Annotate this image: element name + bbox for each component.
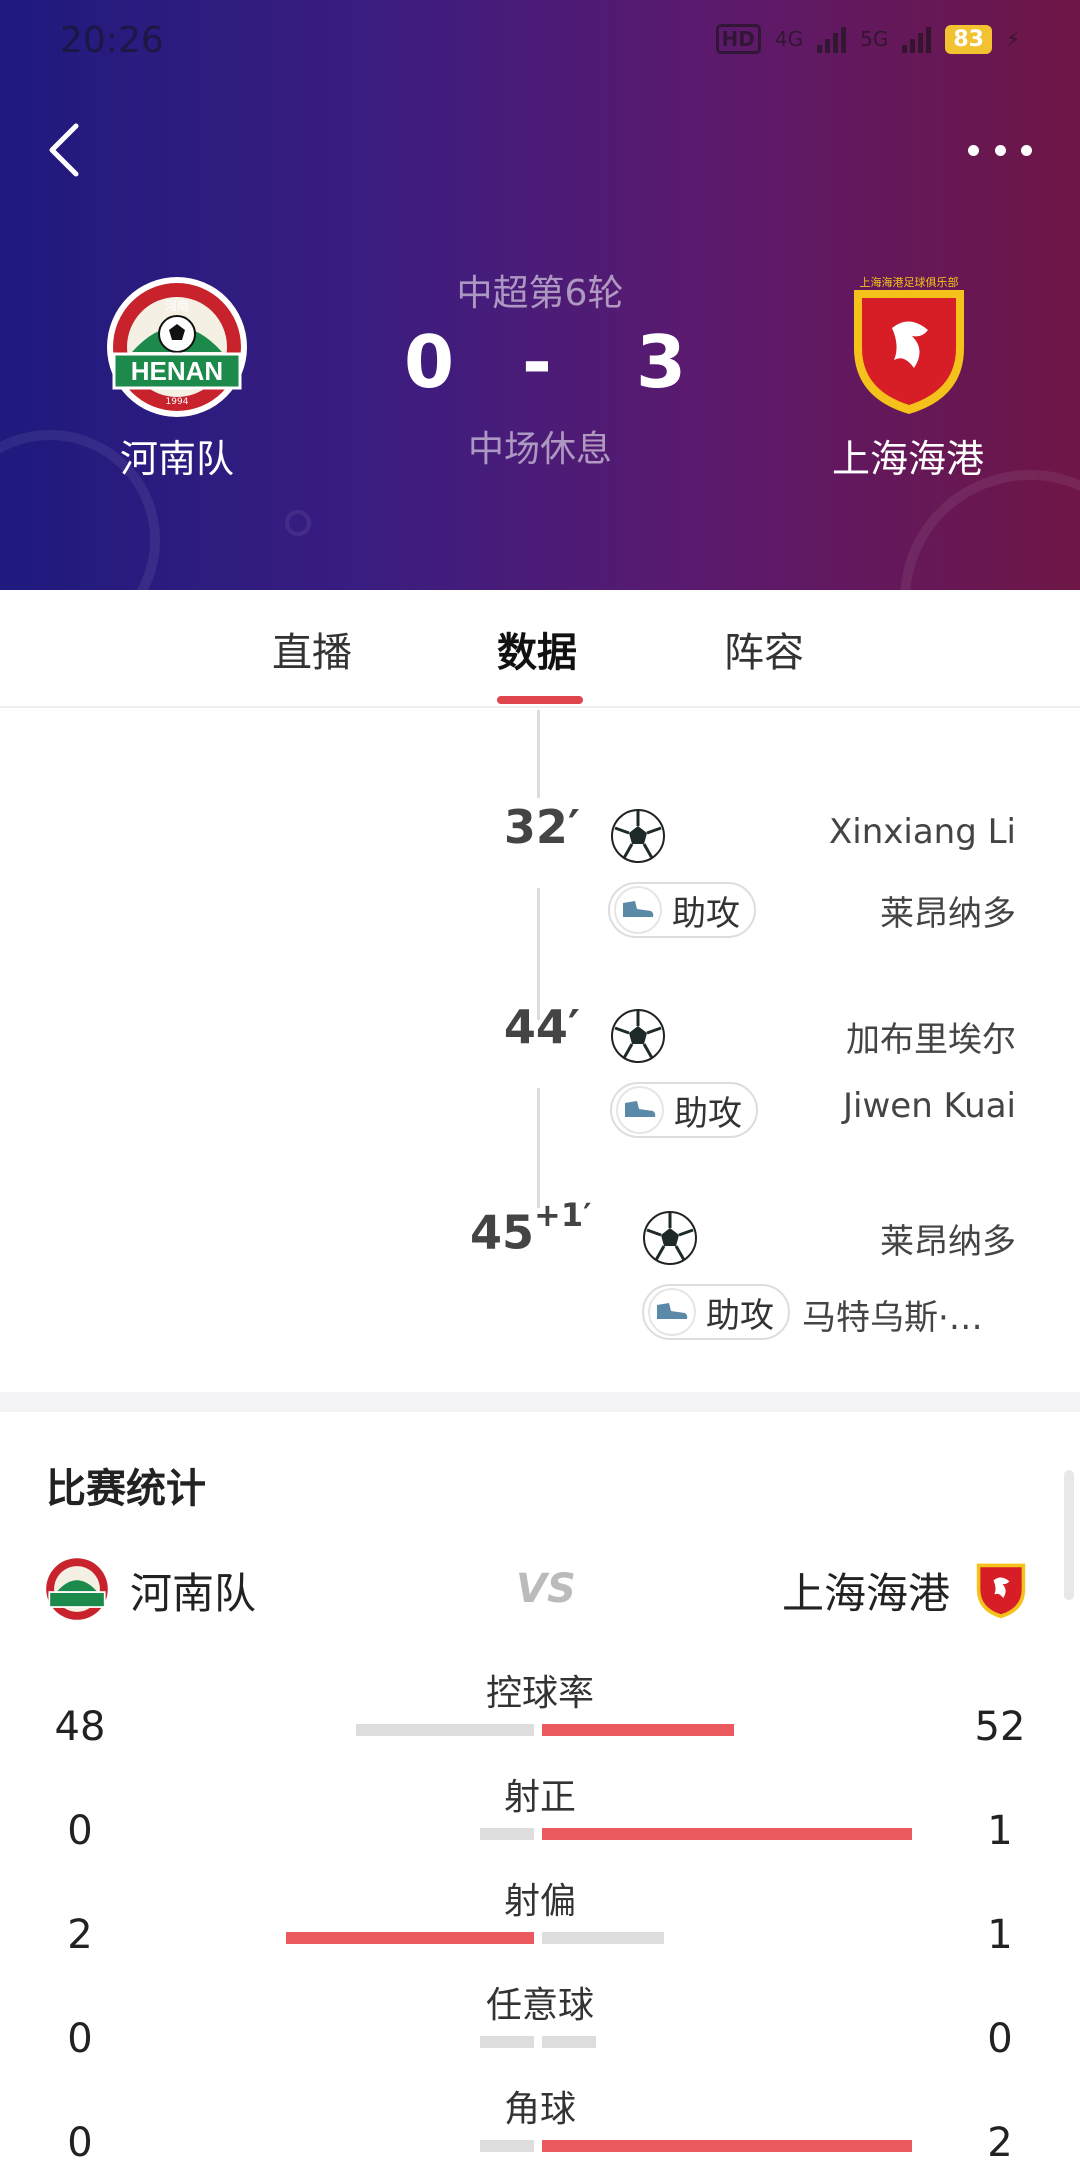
status-time: 20:26 (60, 20, 164, 61)
svg-text:上海海港足球俱乐部: 上海海港足球俱乐部 (860, 275, 959, 289)
soccer-ball-icon (643, 1211, 697, 1265)
timeline-line (537, 1088, 540, 1208)
active-tab-indicator (497, 696, 583, 704)
score-separator: - (522, 320, 552, 404)
stats-home-name: 河南队 (130, 1569, 257, 1618)
stat-label: 角球 (503, 2089, 576, 2130)
shanghai-port-logo-icon (976, 1563, 1026, 1619)
assist-badge: 助攻 (610, 1082, 758, 1138)
stat-home-bar (286, 1932, 534, 1944)
stat-away-bar (542, 1828, 912, 1840)
status-icons: HD 4G 5G 83 ⚡ (715, 24, 1020, 54)
stat-home-bar (480, 2140, 534, 2152)
section-divider (0, 1392, 1080, 1412)
stat-away-bar (542, 2036, 596, 2048)
signal-icon (817, 25, 847, 53)
back-button[interactable] (40, 120, 90, 180)
assist-label: 助攻 (674, 1093, 742, 1134)
henan-logo-icon (46, 1558, 108, 1620)
stat-home-value: 0 (67, 1808, 93, 1854)
soccer-ball-icon (611, 1009, 665, 1063)
signal-4g-label: 4G (774, 27, 804, 51)
stat-label: 任意球 (485, 1985, 594, 2026)
stat-home-bar (356, 1724, 534, 1736)
scorer-name[interactable]: Xinxiang Li (829, 812, 1016, 852)
stat-home-bar (480, 2036, 534, 2048)
event-minute: 44′ (503, 1000, 580, 1054)
tab-bar: 直播 数据 阵容 (0, 590, 1080, 708)
stat-away-bar (542, 1932, 665, 1944)
stat-away-value: 2 (987, 2120, 1013, 2166)
signal-icon (902, 25, 932, 53)
assist-label: 助攻 (706, 1295, 774, 1336)
tab-stats[interactable]: 数据 (497, 620, 577, 678)
stat-home-value: 0 (67, 2016, 93, 2062)
assist-player-name[interactable]: Jiwen Kuai (843, 1086, 1016, 1126)
svg-text:HENAN: HENAN (131, 356, 223, 386)
henan-logo-icon: HENAN 河南 1994 (107, 277, 247, 417)
stat-away-value: 52 (974, 1704, 1026, 1750)
away-score: 3 (636, 320, 687, 404)
stat-home-value: 0 (67, 2120, 93, 2166)
event-minute: 45+1′ (470, 1196, 592, 1260)
scrollbar[interactable] (1064, 1470, 1074, 1600)
scorer-name[interactable]: 莱昂纳多 (880, 1214, 1016, 1263)
vs-label: VS (516, 1566, 576, 1612)
match-round: 中超第6轮 (456, 273, 624, 314)
stat-away-value: 1 (987, 1808, 1013, 1854)
tab-live[interactable]: 直播 (272, 620, 352, 678)
assist-label: 助攻 (672, 893, 740, 934)
svg-text:1994: 1994 (166, 397, 189, 407)
assist-player-name[interactable]: 莱昂纳多 (880, 886, 1016, 935)
home-score: 0 (404, 320, 455, 404)
match-status: 中场休息 (467, 429, 612, 470)
stat-label: 射偏 (503, 1881, 576, 1922)
assist-player-name[interactable]: 马特乌斯·… (802, 1290, 983, 1339)
assist-badge: 助攻 (608, 882, 756, 938)
charging-icon: ⚡ (1005, 27, 1020, 51)
stat-away-value: 0 (987, 2016, 1013, 2062)
home-team-logo[interactable]: HENAN 河南 1994 (102, 272, 252, 422)
more-dots-icon (968, 144, 979, 156)
stats-section-title: 比赛统计 (46, 1466, 206, 1512)
boot-icon (614, 886, 662, 934)
decorative-dot (285, 510, 311, 536)
stats-away-name: 上海海港 (781, 1569, 950, 1618)
svg-text:河南: 河南 (165, 298, 189, 313)
signal-5g-label: 5G (860, 27, 889, 51)
match-header: 20:26 HD 4G 5G 83 ⚡ HENAN 河南 1994 河南队 中超… (0, 0, 1080, 590)
status-bar: 20:26 HD 4G 5G 83 ⚡ (0, 0, 1080, 90)
away-team-logo[interactable]: 上海海港足球俱乐部 (834, 268, 984, 418)
stat-away-value: 1 (987, 1912, 1013, 1958)
stat-away-bar (542, 2140, 912, 2152)
hd-icon: HD (715, 24, 761, 54)
stat-away-bar (542, 1724, 735, 1736)
assist-badge: 助攻 (642, 1284, 790, 1340)
home-team-name[interactable]: 河南队 (47, 428, 307, 483)
stat-home-value: 2 (67, 1912, 93, 1958)
stat-home-bar (480, 1828, 534, 1840)
tab-lineup[interactable]: 阵容 (724, 620, 804, 678)
soccer-ball-icon (611, 809, 665, 863)
more-button[interactable] (960, 130, 1040, 170)
stat-label: 控球率 (485, 1673, 594, 1714)
stat-home-value: 48 (54, 1704, 106, 1750)
stat-label: 射正 (503, 1777, 576, 1818)
boot-icon (648, 1288, 696, 1336)
chevron-left-icon (49, 123, 79, 177)
scorer-name[interactable]: 加布里埃尔 (846, 1012, 1016, 1061)
away-team-name[interactable]: 上海海港 (778, 428, 1038, 483)
battery-icon: 83 (945, 24, 992, 54)
timeline-line (537, 710, 540, 798)
boot-icon (616, 1086, 664, 1134)
event-minute: 32′ (503, 800, 580, 854)
shanghai-port-logo-icon: 上海海港足球俱乐部 (854, 275, 964, 414)
decorative-ball (900, 470, 1080, 590)
